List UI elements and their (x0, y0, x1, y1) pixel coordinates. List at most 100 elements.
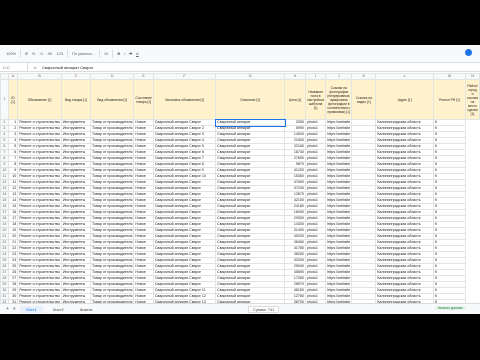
font-family-select[interactable]: По умолча... (72, 51, 95, 56)
table-cell[interactable]: https://website (325, 221, 353, 228)
table-cell[interactable]: Ремонт и строительство (17, 167, 62, 174)
table-cell[interactable]: Товар от производителя (90, 257, 135, 264)
table-cell[interactable]: Ремонт и строительство (17, 227, 62, 234)
table-cell[interactable]: Товар от производителя (90, 245, 135, 252)
header-cell[interactable]: Район/город и ссылка на место сделки [1] (464, 79, 480, 120)
table-cell[interactable]: https://website (325, 269, 353, 276)
table-cell[interactable]: Товар от производителя (90, 155, 135, 162)
font-size-select[interactable]: 10 (104, 51, 108, 56)
bold-button[interactable]: B (117, 51, 120, 56)
increase-decimal-button[interactable]: .00 (47, 51, 53, 56)
table-cell[interactable]: Ремонт и строительство (17, 281, 62, 288)
table-cell[interactable]: Ремонт и строительство (17, 131, 62, 138)
table-cell[interactable]: Ремонт и строительство (17, 269, 62, 276)
table-cell[interactable]: https://website (325, 173, 353, 180)
table-cell[interactable]: https://website (325, 125, 353, 132)
table-cell[interactable]: https://website (325, 287, 353, 294)
table-cell[interactable]: Ремонт и строительство (17, 275, 62, 282)
table-cell[interactable]: Ремонт и строительство (17, 197, 62, 204)
table-cell[interactable]: Ремонт и строительство (17, 179, 62, 186)
table-cell[interactable]: https://website (325, 227, 353, 234)
table-cell[interactable]: Ремонт и строительство (17, 251, 62, 258)
explore-button[interactable]: Анализ данных (435, 306, 466, 310)
table-cell[interactable]: https://website (325, 293, 353, 300)
table-cell[interactable]: Товар от производителя (90, 167, 135, 174)
header-cell[interactable]: Ссылки на фотографии (непрерывные, нумер… (325, 79, 353, 120)
table-cell[interactable]: https://website (325, 137, 353, 144)
table-cell[interactable]: https://website (325, 281, 353, 288)
table-cell[interactable]: https://website (325, 215, 353, 222)
header-cell[interactable]: Ссылка на видео [1] (351, 79, 377, 120)
table-cell[interactable]: Ремонт и строительство (17, 239, 62, 246)
number-format-button[interactable]: 123 (56, 51, 63, 56)
table-cell[interactable]: Товар от производителя (90, 125, 135, 132)
table-cell[interactable]: Товар от производителя (90, 281, 135, 288)
table-cell[interactable]: Ремонт и строительство (17, 149, 62, 156)
table-cell[interactable]: https://website (325, 251, 353, 258)
table-cell[interactable]: Ремонт и строительство (17, 203, 62, 210)
table-cell[interactable]: Товар от производителя (90, 293, 135, 300)
table-cell[interactable]: Товар от производителя (90, 131, 135, 138)
table-cell[interactable]: Ремонт и строительство (17, 161, 62, 168)
table-cell[interactable]: https://website (325, 185, 353, 192)
table-cell[interactable]: Ремонт и строительство (17, 245, 62, 252)
row-number[interactable]: 1 (0, 79, 9, 120)
sheet-tab[interactable]: Лист2 (47, 306, 70, 313)
header-cell[interactable]: Вид объявления [1] (90, 79, 135, 120)
sheet-tab[interactable]: Лист1 (19, 305, 43, 313)
sheet-grid[interactable]: ABCDEFGHIJKLMN 1 ID [1] Объявление [1] Вид … (0, 73, 480, 303)
table-cell[interactable]: Товар от производителя (90, 215, 135, 222)
table-cell[interactable]: Товар от производителя (90, 269, 135, 276)
table-cell[interactable]: Товар от производителя (90, 161, 135, 168)
table-cell[interactable]: https://website (325, 233, 353, 240)
table-cell[interactable]: Товар от производителя (90, 239, 135, 246)
table-cell[interactable]: Ремонт и строительство (17, 119, 62, 126)
table-cell[interactable]: Товар от производителя (90, 119, 135, 126)
table-cell[interactable]: https://website (325, 167, 353, 174)
sheet-tab[interactable]: Анкета (74, 306, 99, 313)
add-sheet-button[interactable]: + (6, 306, 9, 312)
table-cell[interactable]: Товар от производителя (90, 179, 135, 186)
table-cell[interactable]: Ремонт и строительство (17, 191, 62, 198)
table-cell[interactable]: Ремонт и строительство (17, 185, 62, 192)
table-cell[interactable]: Товар от производителя (90, 251, 135, 258)
decrease-decimal-button[interactable]: .0 (39, 51, 42, 56)
account-avatar[interactable] (465, 49, 472, 56)
table-cell[interactable]: https://website (325, 197, 353, 204)
header-cell[interactable]: Заголовок объявления [1] (152, 79, 217, 120)
header-cell[interactable]: Состояние товара [1] (133, 79, 154, 120)
header-cell[interactable]: Название поля в настройках шаблона [1] (304, 79, 327, 120)
table-cell[interactable]: https://website (325, 119, 353, 126)
name-box[interactable]: C:C (0, 63, 28, 71)
table-cell[interactable]: Товар от производителя (90, 287, 135, 294)
table-cell[interactable]: https://website (325, 263, 353, 270)
table-cell[interactable]: Товар от производителя (90, 263, 135, 270)
table-cell[interactable]: https://website (325, 155, 353, 162)
table-cell[interactable]: https://website (325, 203, 353, 210)
table-cell[interactable]: https://website (325, 149, 353, 156)
header-cell[interactable]: Регион РФ [1] (432, 79, 466, 120)
table-cell[interactable]: Товар от производителя (90, 221, 135, 228)
all-sheets-button[interactable]: ≡ (13, 306, 16, 312)
table-cell[interactable]: https://website (325, 239, 353, 246)
table-cell[interactable]: Ремонт и строительство (17, 215, 62, 222)
table-cell[interactable]: Товар от производителя (90, 197, 135, 204)
table-cell[interactable]: Товар от производителя (90, 275, 135, 282)
table-cell[interactable]: Товар от производителя (90, 209, 135, 216)
table-cell[interactable]: Ремонт и строительство (17, 233, 62, 240)
percent-format-button[interactable]: % (32, 51, 36, 56)
table-cell[interactable]: Ремонт и строительство (17, 287, 62, 294)
table-cell[interactable]: Ремонт и строительство (17, 143, 62, 150)
header-cell[interactable]: Цена [1] (284, 79, 306, 120)
table-cell[interactable]: Товар от производителя (90, 143, 135, 150)
table-cell[interactable]: Товар от производителя (90, 185, 135, 192)
text-color-button[interactable]: A (136, 51, 139, 56)
table-cell[interactable]: Ремонт и строительство (17, 293, 62, 300)
table-cell[interactable]: Ремонт и строительство (17, 263, 62, 270)
table-cell[interactable]: Товар от производителя (90, 149, 135, 156)
table-cell[interactable]: Ремонт и строительство (17, 221, 62, 228)
table-cell[interactable]: Ремонт и строительство (17, 173, 62, 180)
table-cell[interactable]: https://website (325, 257, 353, 264)
table-cell[interactable]: Ремонт и строительство (17, 257, 62, 264)
italic-button[interactable]: I (124, 51, 125, 56)
